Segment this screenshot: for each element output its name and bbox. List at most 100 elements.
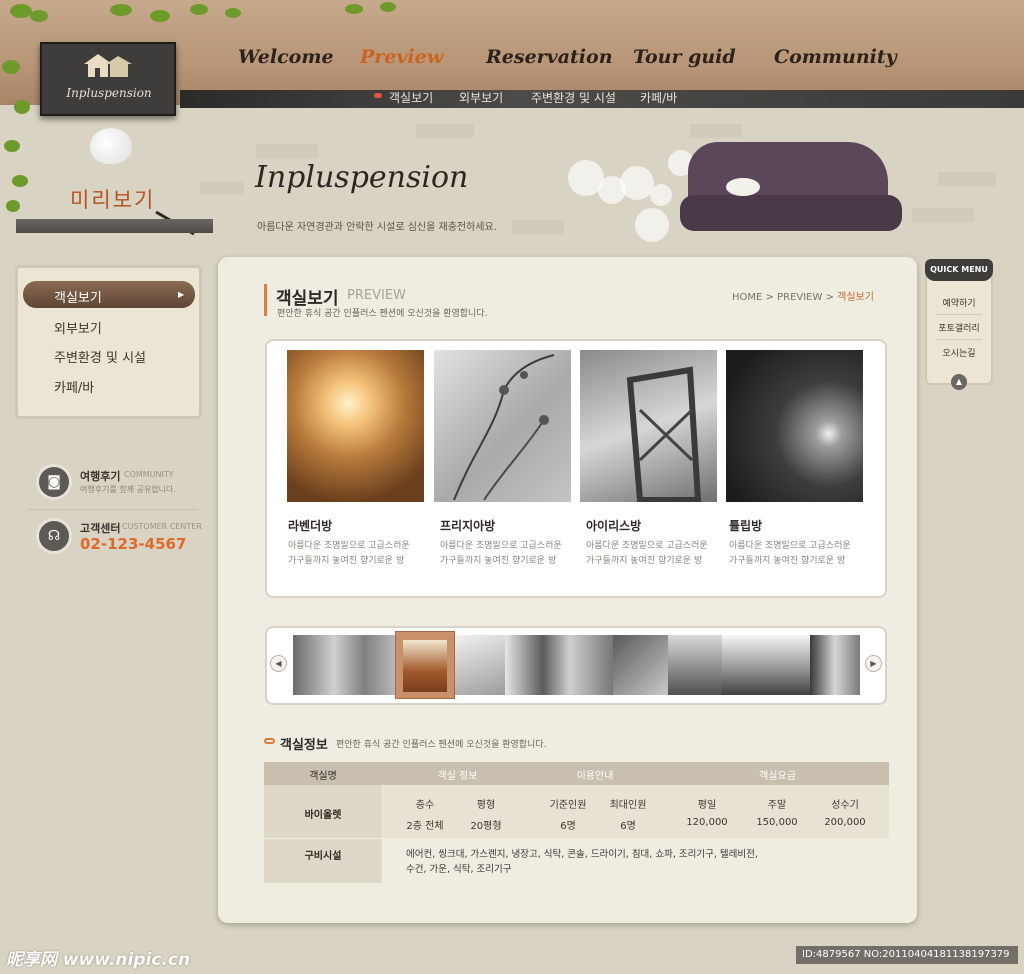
quick-menu-title: QUICK MENU bbox=[930, 265, 988, 274]
headset-icon: ☊ bbox=[36, 518, 72, 554]
thumbnail-image[interactable] bbox=[668, 635, 722, 695]
breadcrumb-section[interactable]: PREVIEW bbox=[777, 292, 822, 303]
subnav-surroundings[interactable]: 주변환경 및 시설 bbox=[531, 89, 616, 106]
room-description: 아름다운 조명밑으로 고급스러운 가구들까지 놓여진 향기로운 방 bbox=[586, 539, 732, 569]
lnb-item-rooms[interactable]: 객실보기 bbox=[54, 287, 102, 306]
gnb-reservation[interactable]: Reservation bbox=[486, 46, 613, 68]
gnb-welcome[interactable]: Welcome bbox=[238, 46, 334, 68]
thumbnail-image[interactable] bbox=[455, 635, 505, 695]
thumbnail-image[interactable] bbox=[613, 635, 668, 695]
bullet-icon bbox=[264, 738, 275, 744]
table-cell-value: 6명 bbox=[560, 821, 576, 832]
quick-menu-directions[interactable]: 오시는길 bbox=[925, 346, 993, 359]
breadcrumb-home[interactable]: HOME bbox=[732, 292, 762, 303]
vine-leaf-decoration bbox=[225, 8, 241, 18]
review-title[interactable]: 여행후기 bbox=[80, 468, 120, 484]
subnav-exterior[interactable]: 외부보기 bbox=[459, 89, 503, 106]
vine-leaf-decoration bbox=[150, 10, 170, 22]
room-image-lavender[interactable] bbox=[287, 350, 424, 502]
section-title: 미리보기 bbox=[70, 188, 156, 212]
vine-leaf-decoration bbox=[6, 200, 20, 212]
room-desc-line: 가구들까지 놓여진 향기로운 방 bbox=[288, 556, 405, 566]
bokeh-light bbox=[650, 184, 672, 206]
room-name[interactable]: 라벤더방 bbox=[288, 517, 332, 534]
vine-leaf-decoration bbox=[110, 4, 132, 16]
vine-leaf-decoration bbox=[30, 10, 48, 22]
next-arrow-icon[interactable]: ▶ bbox=[865, 655, 882, 672]
prev-arrow-icon[interactable]: ◀ bbox=[270, 655, 287, 672]
wall-brick bbox=[912, 208, 974, 222]
camera-icon[interactable]: ◙ bbox=[36, 464, 72, 500]
wall-brick bbox=[690, 124, 742, 138]
table-cell-label: 평형 bbox=[476, 800, 496, 811]
amenities-list: 에어컨, 씽크대, 가스렌지, 냉장고, 식탁, 콘솔, 드라이기, 침대, 쇼… bbox=[406, 849, 758, 860]
visual-description: 아름다운 자연경관과 안락한 시설로 심신을 재충전하세요. bbox=[257, 222, 497, 233]
thumbnail-image[interactable] bbox=[810, 635, 860, 695]
breadcrumb-separator: > bbox=[825, 292, 838, 303]
table-header-cell: 객실명 bbox=[309, 771, 337, 782]
bokeh-light bbox=[635, 208, 669, 242]
room-image-tulip[interactable] bbox=[726, 350, 863, 502]
table-header-cell: 이용안내 bbox=[576, 771, 614, 782]
shelf-decoration bbox=[16, 219, 213, 233]
review-description: 여행후기를 함께 공유합니다. bbox=[80, 485, 176, 494]
info-description: 편안한 휴식 공간 인플러스 펜션에 오신것을 환영합니다. bbox=[336, 740, 547, 750]
house-icon bbox=[84, 54, 132, 77]
amenities-label-cell: 구비시설 bbox=[304, 851, 342, 862]
room-desc-line: 가구들까지 놓여진 향기로운 방 bbox=[586, 556, 703, 566]
quick-menu-gallery[interactable]: 포토갤러리 bbox=[925, 321, 993, 334]
divider bbox=[28, 509, 198, 510]
lnb-item-exterior[interactable]: 외부보기 bbox=[54, 318, 102, 337]
quick-menu-reservation[interactable]: 예약하기 bbox=[925, 296, 993, 309]
breadcrumb-current: 객실보기 bbox=[837, 292, 874, 303]
room-desc-line: 아름다운 조명밑으로 고급스러운 bbox=[440, 541, 562, 551]
vine-leaf-decoration bbox=[10, 4, 32, 18]
title-accent-bar bbox=[264, 284, 267, 316]
breadcrumb-separator: > bbox=[765, 292, 778, 303]
table-cell-value: 150,000 bbox=[756, 817, 798, 828]
page-title-en: PREVIEW bbox=[347, 288, 406, 303]
lnb-item-surroundings[interactable]: 주변환경 및 시설 bbox=[54, 347, 146, 366]
chair-image bbox=[626, 366, 702, 502]
customer-center-title-en: CUSTOMER CENTER bbox=[122, 522, 202, 531]
thumbnail-image[interactable] bbox=[293, 635, 395, 695]
room-name[interactable]: 아이리스방 bbox=[586, 517, 641, 534]
divider bbox=[936, 314, 982, 315]
vine-leaf-decoration bbox=[380, 2, 396, 12]
selected-thumb-content bbox=[403, 640, 447, 692]
thumbnail-image[interactable] bbox=[722, 635, 810, 695]
thumbnail-image[interactable] bbox=[505, 635, 613, 695]
wall-brick bbox=[512, 220, 564, 234]
vine-leaf-decoration bbox=[4, 140, 20, 152]
gnb-tour-guide[interactable]: Tour guid bbox=[633, 46, 736, 68]
page-description: 편안한 휴식 공간 인플러스 펜션에 오신것을 환영합니다. bbox=[277, 309, 488, 319]
active-dot-icon bbox=[374, 93, 382, 98]
vine-leaf-decoration bbox=[190, 4, 208, 15]
room-desc-line: 아름다운 조명밑으로 고급스러운 bbox=[729, 541, 851, 551]
lamp-icon bbox=[90, 128, 132, 164]
subnav-rooms[interactable]: 객실보기 bbox=[389, 89, 433, 106]
chevron-up-icon[interactable]: ▲ bbox=[951, 374, 967, 390]
room-desc-line: 아름다운 조명밑으로 고급스러운 bbox=[288, 541, 410, 551]
sofa-seat bbox=[680, 195, 902, 231]
gnb-preview[interactable]: Preview bbox=[360, 46, 443, 68]
table-cell-label: 층수 bbox=[415, 800, 435, 811]
amenities-list: 수건, 가운, 식탁, 조리기구 bbox=[406, 864, 512, 875]
vine-leaf-decoration bbox=[14, 100, 30, 114]
room-description: 아름다운 조명밑으로 고급스러운가구들까지 놓여진 향기로운 방 bbox=[288, 539, 434, 569]
room-desc-line: 가구들까지 놓여진 향기로운 방 bbox=[440, 556, 557, 566]
watermark-left: 昵享网 www.nipic.cn bbox=[6, 950, 191, 970]
subnav-cafe[interactable]: 카페/바 bbox=[640, 89, 677, 106]
room-name[interactable]: 튤립방 bbox=[729, 517, 762, 534]
lnb-item-cafe[interactable]: 카페/바 bbox=[54, 377, 94, 396]
table-cell-value: 200,000 bbox=[824, 817, 866, 828]
table-cell-label: 기준인원 bbox=[549, 800, 587, 811]
wall-brick bbox=[200, 182, 244, 194]
room-name[interactable]: 프리지아방 bbox=[440, 517, 495, 534]
gnb-community[interactable]: Community bbox=[774, 46, 897, 68]
table-cell-value: 2층 전체 bbox=[406, 821, 444, 832]
chevron-right-icon: ▶ bbox=[178, 290, 185, 299]
review-title-en: COMMUNITY bbox=[124, 470, 174, 479]
customer-center-title: 고객센터 bbox=[80, 522, 121, 535]
vine-leaf-decoration bbox=[12, 175, 28, 187]
